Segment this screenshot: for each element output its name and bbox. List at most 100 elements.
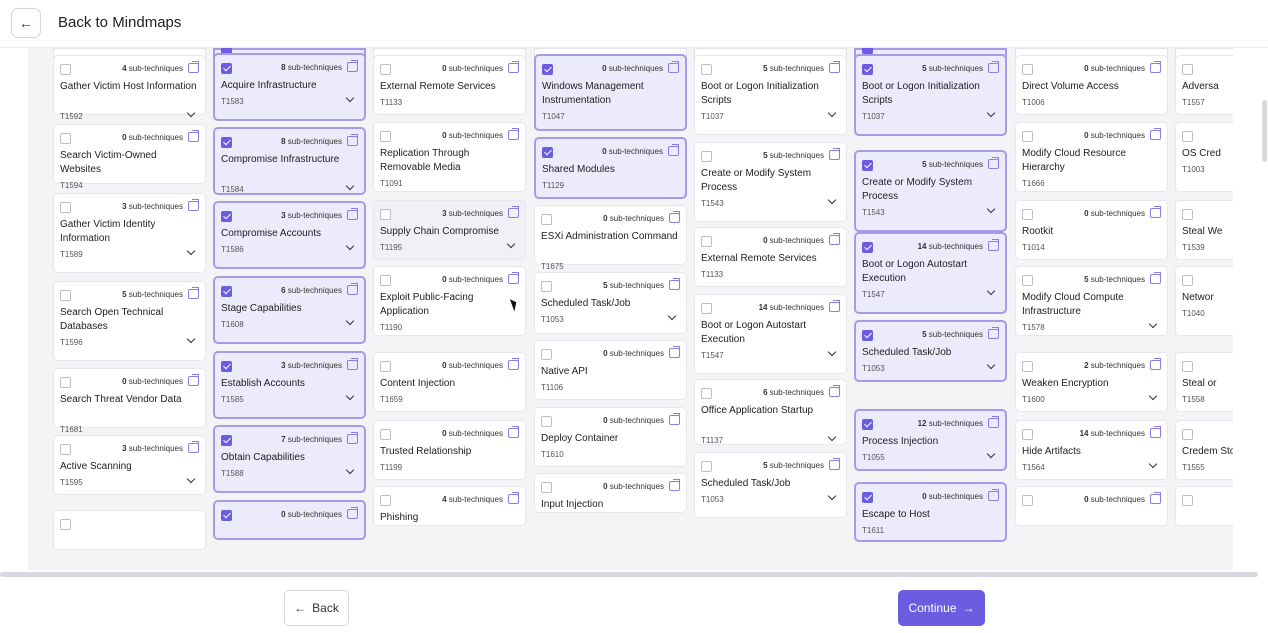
copy-icon[interactable] — [1150, 358, 1161, 370]
technique-checkbox[interactable] — [380, 64, 391, 75]
technique-card[interactable]: Networ T1040 — [1175, 266, 1233, 336]
chevron-down-icon[interactable] — [986, 204, 996, 214]
copy-icon[interactable] — [188, 130, 199, 142]
page-title[interactable]: Back to Mindmaps — [58, 14, 181, 31]
technique-checkbox[interactable] — [221, 286, 232, 297]
technique-card[interactable]: Credem Stores T1555 — [1175, 420, 1233, 480]
technique-card[interactable]: 5 sub-techniques Modify Cloud Compute Inf… — [1015, 266, 1168, 336]
copy-icon[interactable] — [1150, 61, 1161, 73]
technique-card[interactable]: 14 sub-techniques Boot or Logon Autostart… — [694, 294, 847, 374]
technique-card[interactable]: 0 sub-techniques Trusted Relationship T119… — [373, 420, 526, 480]
copy-icon[interactable] — [988, 489, 999, 501]
technique-card[interactable]: 2 sub-techniques Weaken Encryption T1600 — [1015, 352, 1168, 412]
technique-card[interactable]: 7 sub-techniques Obtain Capabilities T1588 — [213, 425, 366, 493]
copy-icon[interactable] — [347, 134, 358, 146]
copy-icon[interactable] — [347, 283, 358, 295]
copy-icon[interactable] — [188, 374, 199, 386]
technique-checkbox[interactable] — [862, 242, 873, 253]
copy-icon[interactable] — [508, 426, 519, 438]
technique-card[interactable]: 6 sub-techniques Office Application Start… — [694, 379, 847, 445]
technique-card[interactable]: 5 sub-techniques Create or Modify System … — [694, 142, 847, 222]
copy-icon[interactable] — [508, 492, 519, 504]
technique-checkbox[interactable] — [541, 482, 552, 493]
technique-checkbox[interactable] — [1022, 209, 1033, 220]
technique-card[interactable]: 0 sub-techniques Exploit Public-Facing Ap… — [373, 266, 526, 336]
technique-checkbox[interactable] — [701, 64, 712, 75]
technique-card[interactable]: 4 sub-techniques Phishing — [373, 486, 526, 526]
technique-card[interactable]: 0 sub-techniques Direct Volume Access T100… — [1015, 55, 1168, 115]
technique-checkbox[interactable] — [1182, 209, 1193, 220]
technique-card[interactable]: 0 sub-techniques Content Injection T1659 — [373, 352, 526, 412]
technique-card[interactable]: 14 sub-techniques Hide Artifacts T1564 — [1015, 420, 1168, 480]
technique-checkbox[interactable] — [221, 63, 232, 74]
technique-checkbox[interactable] — [380, 361, 391, 372]
copy-icon[interactable] — [669, 413, 680, 425]
chevron-down-icon[interactable] — [345, 316, 355, 326]
copy-icon[interactable] — [988, 416, 999, 428]
technique-card[interactable]: 0 sub-techniques ESXi Administration Comm… — [534, 205, 687, 271]
copy-icon[interactable] — [347, 208, 358, 220]
technique-card[interactable]: 5 sub-techniques Boot or Logon Initializa… — [694, 55, 847, 135]
chevron-down-icon[interactable] — [1148, 459, 1158, 469]
technique-card[interactable]: 14 sub-techniques Boot or Logon Autostart… — [854, 232, 1007, 314]
technique-checkbox[interactable] — [541, 214, 552, 225]
copy-icon[interactable] — [508, 206, 519, 218]
technique-card[interactable]: 3 sub-techniques Establish Accounts T1585 — [213, 351, 366, 419]
technique-checkbox[interactable] — [862, 160, 873, 171]
technique-checkbox[interactable] — [1022, 429, 1033, 440]
technique-card[interactable]: 0 sub-techniques Shared Modules T1129 — [534, 137, 687, 199]
chevron-down-icon[interactable] — [186, 108, 196, 118]
technique-checkbox[interactable] — [542, 147, 553, 158]
technique-checkbox[interactable] — [380, 275, 391, 286]
technique-card[interactable]: 0 sub-techniques Windows Management Instr… — [534, 54, 687, 131]
technique-checkbox[interactable] — [221, 510, 232, 521]
technique-checkbox[interactable] — [1022, 64, 1033, 75]
copy-icon[interactable] — [347, 507, 358, 519]
technique-checkbox[interactable] — [60, 377, 71, 388]
copy-icon[interactable] — [988, 157, 999, 169]
copy-icon[interactable] — [188, 61, 199, 73]
technique-card[interactable]: 0 sub-techniques Search Victim-Owned Webs… — [53, 124, 206, 190]
technique-checkbox[interactable] — [221, 137, 232, 148]
technique-card[interactable] — [53, 510, 206, 550]
technique-checkbox[interactable] — [701, 461, 712, 472]
copy-icon[interactable] — [988, 61, 999, 73]
copy-icon[interactable] — [347, 60, 358, 72]
technique-card[interactable]: 0 sub-techniques Rootkit T1014 — [1015, 200, 1168, 260]
chevron-down-icon[interactable] — [827, 347, 837, 357]
technique-checkbox[interactable] — [542, 64, 553, 75]
copy-icon[interactable] — [669, 278, 680, 290]
technique-checkbox[interactable] — [60, 202, 71, 213]
chevron-down-icon[interactable] — [345, 465, 355, 475]
copy-icon[interactable] — [669, 211, 680, 223]
technique-checkbox[interactable] — [60, 133, 71, 144]
technique-card[interactable]: Steal or T1558 — [1175, 352, 1233, 412]
chevron-down-icon[interactable] — [186, 334, 196, 344]
technique-card[interactable]: 3 sub-techniques Compromise Accounts T1586 — [213, 201, 366, 269]
technique-checkbox[interactable] — [862, 330, 873, 341]
copy-icon[interactable] — [829, 385, 840, 397]
technique-card[interactable]: 5 sub-techniques Scheduled Task/Job T1053 — [854, 320, 1007, 382]
technique-card[interactable]: 3 sub-techniques Active Scanning T1595 — [53, 435, 206, 495]
continue-button[interactable]: Continue → — [898, 590, 985, 626]
chevron-down-icon[interactable] — [986, 360, 996, 370]
technique-checkbox[interactable] — [541, 416, 552, 427]
copy-icon[interactable] — [829, 300, 840, 312]
technique-card[interactable]: 8 sub-techniques Compromise Infrastructur… — [213, 127, 366, 195]
chevron-down-icon[interactable] — [186, 474, 196, 484]
copy-icon[interactable] — [1150, 206, 1161, 218]
chevron-down-icon[interactable] — [986, 108, 996, 118]
chevron-down-icon[interactable] — [186, 246, 196, 256]
technique-checkbox[interactable] — [701, 151, 712, 162]
copy-icon[interactable] — [508, 272, 519, 284]
technique-card[interactable]: 0 sub-techniques Modify Cloud Resource Hi… — [1015, 122, 1168, 192]
technique-checkbox[interactable] — [701, 388, 712, 399]
copy-icon[interactable] — [508, 128, 519, 140]
chevron-down-icon[interactable] — [986, 286, 996, 296]
copy-icon[interactable] — [829, 61, 840, 73]
copy-icon[interactable] — [508, 358, 519, 370]
technique-checkbox[interactable] — [1022, 361, 1033, 372]
technique-checkbox[interactable] — [1182, 361, 1193, 372]
copy-icon[interactable] — [669, 479, 680, 491]
copy-icon[interactable] — [1150, 272, 1161, 284]
